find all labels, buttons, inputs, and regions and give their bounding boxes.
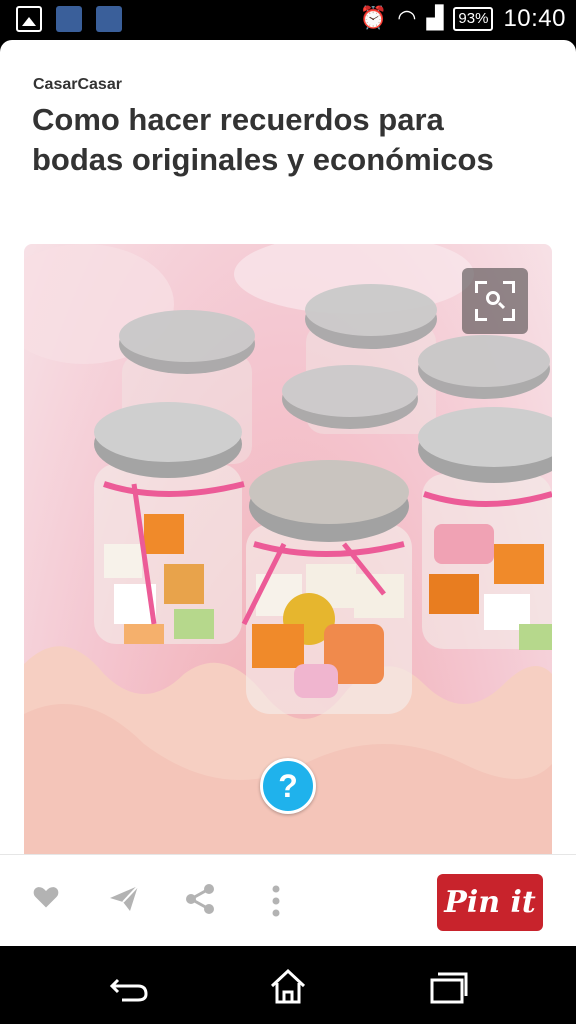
wifi-icon: ◠: [397, 6, 417, 31]
frame-corner-icon: [503, 281, 515, 293]
pin-source[interactable]: CasarCasar: [33, 76, 122, 94]
send-icon[interactable]: [106, 883, 142, 919]
action-bar: Pin it: [0, 854, 576, 946]
clock: 10:40: [503, 5, 566, 32]
frame-corner-icon: [475, 309, 487, 321]
recent-apps-icon[interactable]: [426, 966, 470, 1006]
share-icon[interactable]: [182, 883, 218, 919]
app-notification-icon: [56, 6, 82, 32]
heart-icon[interactable]: [28, 883, 64, 919]
app-notification-icon-2: [96, 6, 122, 32]
pin-image[interactable]: ?: [24, 244, 552, 854]
help-button[interactable]: ?: [260, 758, 316, 814]
gallery-notification-icon: [16, 6, 42, 32]
visual-search-button[interactable]: [462, 268, 528, 334]
frame-corner-icon: [503, 309, 515, 321]
frame-corner-icon: [475, 281, 487, 293]
status-bar: ⏰ ◠ ▟ 93% 10:40: [0, 0, 576, 40]
back-icon[interactable]: [108, 966, 152, 1006]
pin-card: CasarCasar Como hacer recuerdos para bod…: [0, 40, 576, 946]
navigation-bar: [0, 946, 576, 1024]
signal-icon: ▟: [426, 6, 444, 31]
home-icon[interactable]: [266, 966, 310, 1006]
pin-title: Como hacer recuerdos para bodas original…: [32, 102, 494, 177]
pin-it-button[interactable]: Pin it: [437, 874, 543, 931]
battery-indicator: 93%: [453, 7, 494, 31]
more-icon[interactable]: [258, 883, 294, 919]
alarm-icon: ⏰: [359, 6, 388, 31]
magnifier-handle-icon: [497, 301, 506, 310]
